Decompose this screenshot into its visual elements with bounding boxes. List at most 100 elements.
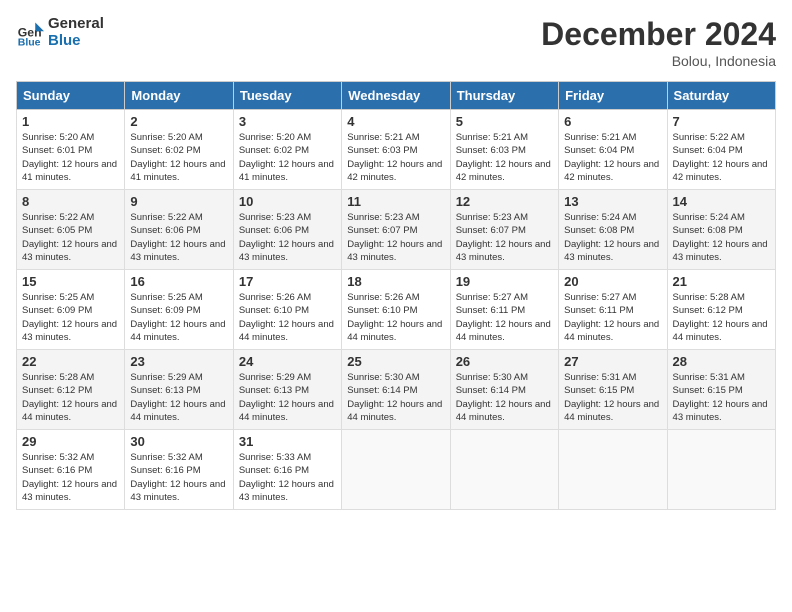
day-number: 8 [22, 194, 119, 209]
calendar-day-cell: 17 Sunrise: 5:26 AM Sunset: 6:10 PM Dayl… [233, 270, 341, 350]
calendar-day-cell: 3 Sunrise: 5:20 AM Sunset: 6:02 PM Dayli… [233, 110, 341, 190]
calendar-day-cell: 16 Sunrise: 5:25 AM Sunset: 6:09 PM Dayl… [125, 270, 233, 350]
day-info: Sunrise: 5:32 AM Sunset: 6:16 PM Dayligh… [130, 451, 227, 504]
day-info: Sunrise: 5:23 AM Sunset: 6:07 PM Dayligh… [347, 211, 444, 264]
calendar-week-row: 22 Sunrise: 5:28 AM Sunset: 6:12 PM Dayl… [17, 350, 776, 430]
calendar-day-cell: 1 Sunrise: 5:20 AM Sunset: 6:01 PM Dayli… [17, 110, 125, 190]
weekday-header: Sunday [17, 82, 125, 110]
weekday-header: Wednesday [342, 82, 450, 110]
day-info: Sunrise: 5:22 AM Sunset: 6:05 PM Dayligh… [22, 211, 119, 264]
title-section: December 2024 Bolou, Indonesia [541, 16, 776, 69]
calendar-day-cell: 20 Sunrise: 5:27 AM Sunset: 6:11 PM Dayl… [559, 270, 667, 350]
calendar-week-row: 29 Sunrise: 5:32 AM Sunset: 6:16 PM Dayl… [17, 430, 776, 510]
calendar-week-row: 8 Sunrise: 5:22 AM Sunset: 6:05 PM Dayli… [17, 190, 776, 270]
day-info: Sunrise: 5:24 AM Sunset: 6:08 PM Dayligh… [564, 211, 661, 264]
calendar-day-cell [559, 430, 667, 510]
day-info: Sunrise: 5:20 AM Sunset: 6:02 PM Dayligh… [239, 131, 336, 184]
day-info: Sunrise: 5:29 AM Sunset: 6:13 PM Dayligh… [130, 371, 227, 424]
calendar-day-cell: 12 Sunrise: 5:23 AM Sunset: 6:07 PM Dayl… [450, 190, 558, 270]
day-info: Sunrise: 5:21 AM Sunset: 6:04 PM Dayligh… [564, 131, 661, 184]
day-info: Sunrise: 5:25 AM Sunset: 6:09 PM Dayligh… [130, 291, 227, 344]
day-info: Sunrise: 5:31 AM Sunset: 6:15 PM Dayligh… [673, 371, 770, 424]
day-number: 17 [239, 274, 336, 289]
day-number: 29 [22, 434, 119, 449]
logo: Gen Blue General Blue [16, 16, 104, 49]
day-info: Sunrise: 5:23 AM Sunset: 6:07 PM Dayligh… [456, 211, 553, 264]
day-info: Sunrise: 5:20 AM Sunset: 6:02 PM Dayligh… [130, 131, 227, 184]
calendar-day-cell: 4 Sunrise: 5:21 AM Sunset: 6:03 PM Dayli… [342, 110, 450, 190]
svg-text:Blue: Blue [18, 36, 41, 47]
weekday-header: Friday [559, 82, 667, 110]
calendar-day-cell: 11 Sunrise: 5:23 AM Sunset: 6:07 PM Dayl… [342, 190, 450, 270]
day-info: Sunrise: 5:28 AM Sunset: 6:12 PM Dayligh… [22, 371, 119, 424]
day-number: 9 [130, 194, 227, 209]
day-info: Sunrise: 5:31 AM Sunset: 6:15 PM Dayligh… [564, 371, 661, 424]
day-number: 19 [456, 274, 553, 289]
calendar-day-cell: 25 Sunrise: 5:30 AM Sunset: 6:14 PM Dayl… [342, 350, 450, 430]
calendar-day-cell: 27 Sunrise: 5:31 AM Sunset: 6:15 PM Dayl… [559, 350, 667, 430]
calendar-week-row: 15 Sunrise: 5:25 AM Sunset: 6:09 PM Dayl… [17, 270, 776, 350]
day-number: 7 [673, 114, 770, 129]
day-info: Sunrise: 5:32 AM Sunset: 6:16 PM Dayligh… [22, 451, 119, 504]
day-number: 14 [673, 194, 770, 209]
day-info: Sunrise: 5:21 AM Sunset: 6:03 PM Dayligh… [347, 131, 444, 184]
calendar-day-cell [450, 430, 558, 510]
calendar-day-cell: 24 Sunrise: 5:29 AM Sunset: 6:13 PM Dayl… [233, 350, 341, 430]
day-number: 25 [347, 354, 444, 369]
page-header: Gen Blue General Blue December 2024 Bolo… [16, 16, 776, 69]
day-info: Sunrise: 5:28 AM Sunset: 6:12 PM Dayligh… [673, 291, 770, 344]
day-number: 1 [22, 114, 119, 129]
calendar-week-row: 1 Sunrise: 5:20 AM Sunset: 6:01 PM Dayli… [17, 110, 776, 190]
calendar-day-cell: 26 Sunrise: 5:30 AM Sunset: 6:14 PM Dayl… [450, 350, 558, 430]
day-number: 6 [564, 114, 661, 129]
weekday-header: Saturday [667, 82, 775, 110]
day-info: Sunrise: 5:24 AM Sunset: 6:08 PM Dayligh… [673, 211, 770, 264]
calendar-day-cell: 22 Sunrise: 5:28 AM Sunset: 6:12 PM Dayl… [17, 350, 125, 430]
day-number: 28 [673, 354, 770, 369]
calendar-day-cell [342, 430, 450, 510]
day-info: Sunrise: 5:27 AM Sunset: 6:11 PM Dayligh… [456, 291, 553, 344]
calendar-day-cell: 14 Sunrise: 5:24 AM Sunset: 6:08 PM Dayl… [667, 190, 775, 270]
day-number: 15 [22, 274, 119, 289]
day-number: 23 [130, 354, 227, 369]
logo-icon: Gen Blue [16, 19, 44, 47]
day-info: Sunrise: 5:26 AM Sunset: 6:10 PM Dayligh… [239, 291, 336, 344]
logo-text: General Blue [48, 16, 104, 49]
day-number: 5 [456, 114, 553, 129]
calendar-day-cell: 18 Sunrise: 5:26 AM Sunset: 6:10 PM Dayl… [342, 270, 450, 350]
calendar-day-cell: 10 Sunrise: 5:23 AM Sunset: 6:06 PM Dayl… [233, 190, 341, 270]
location: Bolou, Indonesia [541, 53, 776, 69]
calendar-day-cell: 29 Sunrise: 5:32 AM Sunset: 6:16 PM Dayl… [17, 430, 125, 510]
day-number: 13 [564, 194, 661, 209]
day-info: Sunrise: 5:22 AM Sunset: 6:06 PM Dayligh… [130, 211, 227, 264]
day-info: Sunrise: 5:30 AM Sunset: 6:14 PM Dayligh… [347, 371, 444, 424]
day-info: Sunrise: 5:29 AM Sunset: 6:13 PM Dayligh… [239, 371, 336, 424]
day-number: 22 [22, 354, 119, 369]
day-number: 12 [456, 194, 553, 209]
day-number: 2 [130, 114, 227, 129]
day-info: Sunrise: 5:27 AM Sunset: 6:11 PM Dayligh… [564, 291, 661, 344]
day-number: 20 [564, 274, 661, 289]
weekday-header: Monday [125, 82, 233, 110]
day-number: 24 [239, 354, 336, 369]
calendar-day-cell: 31 Sunrise: 5:33 AM Sunset: 6:16 PM Dayl… [233, 430, 341, 510]
day-info: Sunrise: 5:30 AM Sunset: 6:14 PM Dayligh… [456, 371, 553, 424]
calendar-day-cell: 7 Sunrise: 5:22 AM Sunset: 6:04 PM Dayli… [667, 110, 775, 190]
day-info: Sunrise: 5:20 AM Sunset: 6:01 PM Dayligh… [22, 131, 119, 184]
day-number: 21 [673, 274, 770, 289]
calendar-day-cell: 6 Sunrise: 5:21 AM Sunset: 6:04 PM Dayli… [559, 110, 667, 190]
weekday-header: Tuesday [233, 82, 341, 110]
month-title: December 2024 [541, 16, 776, 53]
calendar-day-cell: 23 Sunrise: 5:29 AM Sunset: 6:13 PM Dayl… [125, 350, 233, 430]
day-number: 26 [456, 354, 553, 369]
calendar-day-cell: 30 Sunrise: 5:32 AM Sunset: 6:16 PM Dayl… [125, 430, 233, 510]
day-info: Sunrise: 5:26 AM Sunset: 6:10 PM Dayligh… [347, 291, 444, 344]
day-info: Sunrise: 5:33 AM Sunset: 6:16 PM Dayligh… [239, 451, 336, 504]
day-info: Sunrise: 5:23 AM Sunset: 6:06 PM Dayligh… [239, 211, 336, 264]
day-number: 31 [239, 434, 336, 449]
day-number: 27 [564, 354, 661, 369]
day-number: 10 [239, 194, 336, 209]
calendar-day-cell: 2 Sunrise: 5:20 AM Sunset: 6:02 PM Dayli… [125, 110, 233, 190]
day-info: Sunrise: 5:22 AM Sunset: 6:04 PM Dayligh… [673, 131, 770, 184]
day-number: 3 [239, 114, 336, 129]
